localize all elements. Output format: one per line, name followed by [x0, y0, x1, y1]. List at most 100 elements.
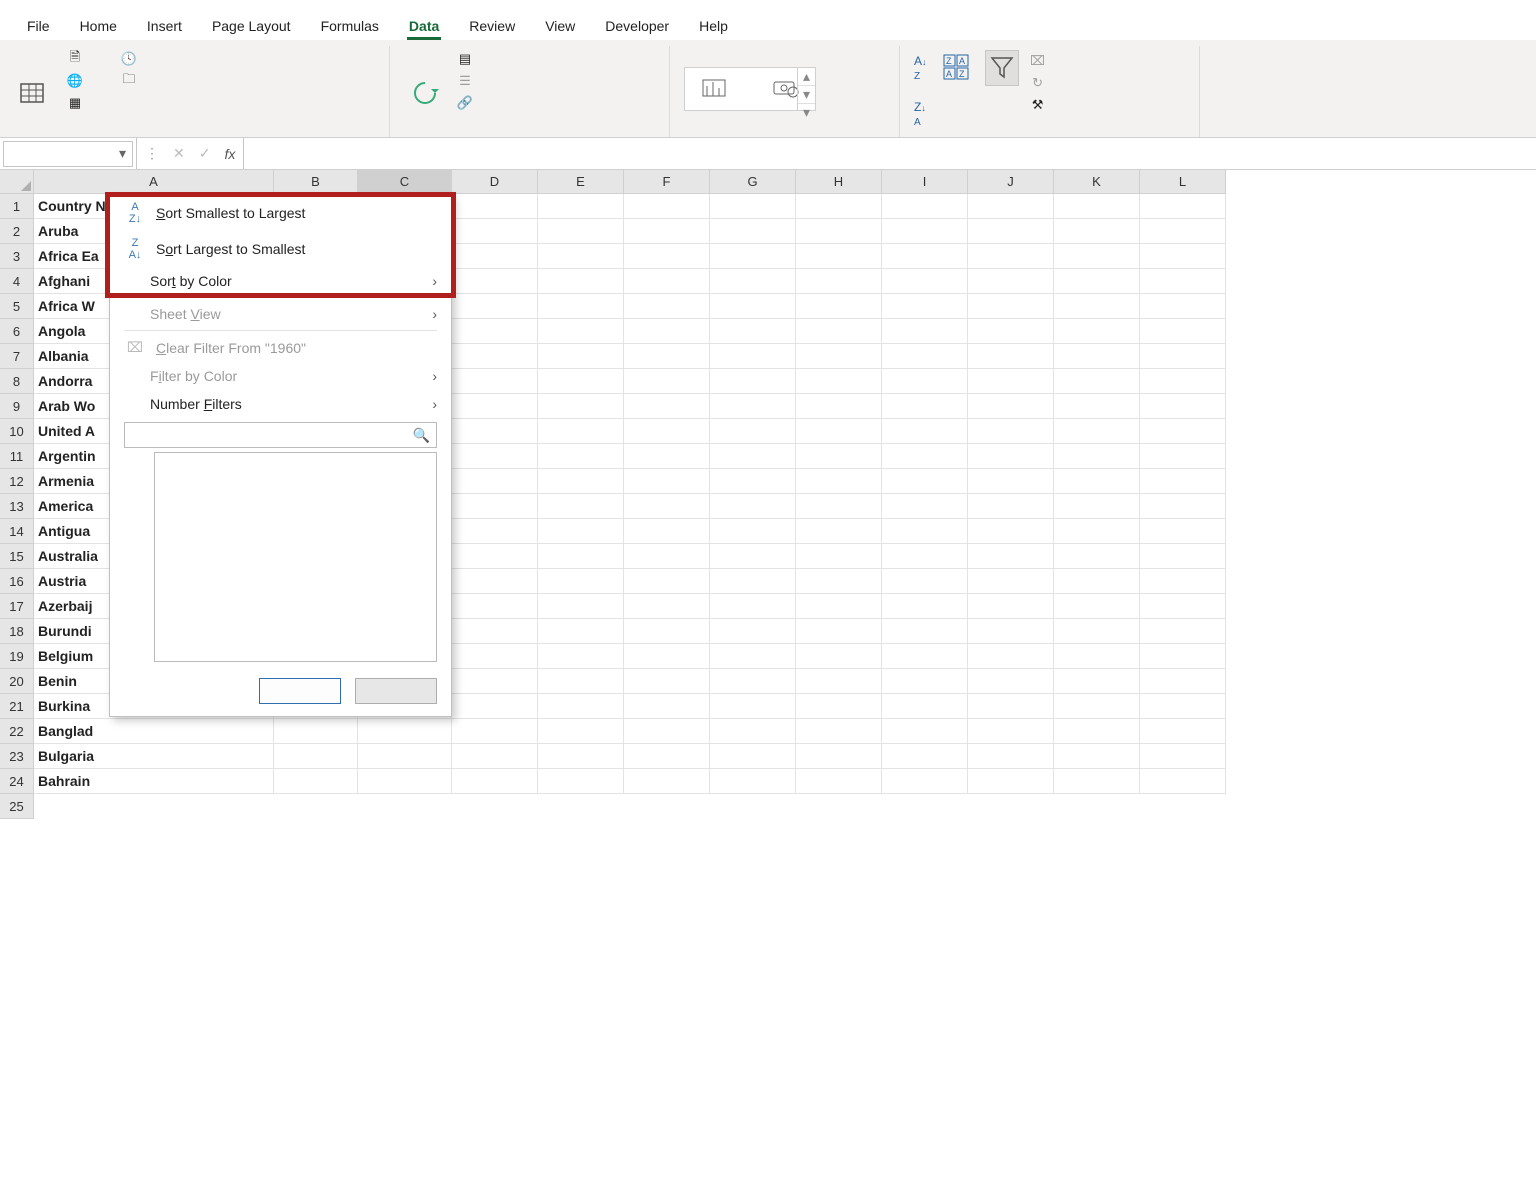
- cell[interactable]: [710, 694, 796, 719]
- cell[interactable]: [1054, 194, 1140, 219]
- cell[interactable]: [452, 369, 538, 394]
- row-header[interactable]: 12: [0, 469, 34, 494]
- cell[interactable]: [796, 294, 882, 319]
- cell[interactable]: [274, 769, 358, 794]
- column-header[interactable]: I: [882, 170, 968, 194]
- cell[interactable]: [796, 669, 882, 694]
- cancel-button[interactable]: [355, 678, 437, 704]
- column-header[interactable]: E: [538, 170, 624, 194]
- tab-file[interactable]: File: [25, 14, 52, 40]
- row-header[interactable]: 5: [0, 294, 34, 319]
- filter-button[interactable]: [985, 50, 1019, 86]
- cell[interactable]: [1054, 669, 1140, 694]
- cell[interactable]: [968, 294, 1054, 319]
- cell[interactable]: [882, 644, 968, 669]
- cell[interactable]: [968, 244, 1054, 269]
- cell[interactable]: [882, 344, 968, 369]
- cell[interactable]: [624, 469, 710, 494]
- cell[interactable]: [452, 619, 538, 644]
- cell[interactable]: [624, 394, 710, 419]
- cell[interactable]: [968, 469, 1054, 494]
- tab-review[interactable]: Review: [467, 14, 517, 40]
- cell[interactable]: [1054, 769, 1140, 794]
- cell[interactable]: [796, 619, 882, 644]
- row-header[interactable]: 1: [0, 194, 34, 219]
- cell[interactable]: [1140, 569, 1226, 594]
- cell[interactable]: [796, 419, 882, 444]
- cell[interactable]: [968, 644, 1054, 669]
- column-header[interactable]: H: [796, 170, 882, 194]
- cell[interactable]: [1054, 719, 1140, 744]
- cell[interactable]: [452, 344, 538, 369]
- cell[interactable]: [624, 269, 710, 294]
- from-text-csv[interactable]: 🗎: [66, 50, 90, 68]
- row-header[interactable]: 9: [0, 394, 34, 419]
- existing-connections[interactable]: 🗀: [120, 72, 144, 90]
- recent-sources[interactable]: 🕓: [120, 50, 144, 68]
- cell[interactable]: [1140, 319, 1226, 344]
- cell[interactable]: [624, 419, 710, 444]
- cell[interactable]: [968, 619, 1054, 644]
- cell[interactable]: [1054, 294, 1140, 319]
- cell[interactable]: [624, 769, 710, 794]
- cell[interactable]: [538, 219, 624, 244]
- cell[interactable]: [796, 444, 882, 469]
- cell[interactable]: [796, 544, 882, 569]
- sort-za-button[interactable]: Z↓A: [914, 100, 927, 128]
- cell[interactable]: [796, 219, 882, 244]
- cell[interactable]: [538, 244, 624, 269]
- cell[interactable]: [538, 369, 624, 394]
- cell[interactable]: [538, 469, 624, 494]
- cell[interactable]: [1054, 469, 1140, 494]
- cell[interactable]: [452, 469, 538, 494]
- cell[interactable]: [538, 319, 624, 344]
- cell[interactable]: [452, 769, 538, 794]
- cell[interactable]: [710, 519, 796, 544]
- cell[interactable]: [1054, 244, 1140, 269]
- row-header[interactable]: 10: [0, 419, 34, 444]
- cell[interactable]: [358, 769, 452, 794]
- cell[interactable]: [710, 569, 796, 594]
- cell[interactable]: [710, 744, 796, 769]
- cell[interactable]: [968, 594, 1054, 619]
- row-header[interactable]: 17: [0, 594, 34, 619]
- cell[interactable]: [882, 694, 968, 719]
- cell[interactable]: [624, 569, 710, 594]
- cell[interactable]: [358, 719, 452, 744]
- cell[interactable]: [538, 694, 624, 719]
- cell[interactable]: [538, 719, 624, 744]
- fx-icon[interactable]: fx: [224, 146, 235, 162]
- cell[interactable]: [624, 444, 710, 469]
- name-box[interactable]: ▾: [3, 141, 133, 167]
- cell[interactable]: [796, 519, 882, 544]
- cell[interactable]: [968, 369, 1054, 394]
- row-header[interactable]: 2: [0, 219, 34, 244]
- cell[interactable]: [882, 294, 968, 319]
- cell[interactable]: [796, 719, 882, 744]
- cell[interactable]: [1140, 394, 1226, 419]
- cell[interactable]: [882, 419, 968, 444]
- cell[interactable]: [968, 744, 1054, 769]
- cell[interactable]: [624, 544, 710, 569]
- cell[interactable]: [1140, 519, 1226, 544]
- row-header[interactable]: 14: [0, 519, 34, 544]
- cell[interactable]: [968, 494, 1054, 519]
- cell[interactable]: [624, 319, 710, 344]
- row-header[interactable]: 13: [0, 494, 34, 519]
- row-header[interactable]: 20: [0, 669, 34, 694]
- cell[interactable]: [452, 719, 538, 744]
- tab-home[interactable]: Home: [78, 14, 119, 40]
- cell[interactable]: [1054, 219, 1140, 244]
- cell[interactable]: [452, 419, 538, 444]
- cell[interactable]: [710, 344, 796, 369]
- cell[interactable]: [452, 294, 538, 319]
- cell[interactable]: [1054, 569, 1140, 594]
- cell[interactable]: [538, 344, 624, 369]
- cell[interactable]: [1054, 594, 1140, 619]
- cell[interactable]: [1140, 644, 1226, 669]
- column-header[interactable]: L: [1140, 170, 1226, 194]
- cell[interactable]: [710, 194, 796, 219]
- row-header[interactable]: 16: [0, 569, 34, 594]
- cell[interactable]: [968, 219, 1054, 244]
- cell[interactable]: [796, 469, 882, 494]
